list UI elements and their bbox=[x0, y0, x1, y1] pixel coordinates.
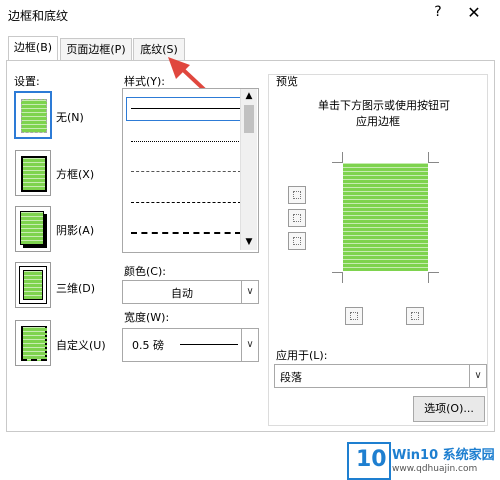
corner-mark-bl bbox=[332, 272, 343, 283]
shadow-border-icon[interactable] bbox=[15, 206, 51, 252]
width-label: 宽度(W): bbox=[124, 311, 170, 324]
color-value: 自动 bbox=[171, 287, 193, 300]
custom-border-preview bbox=[21, 326, 47, 361]
none-border-icon[interactable] bbox=[14, 91, 52, 139]
setting-3d-label[interactable]: 三维(D) bbox=[56, 280, 95, 296]
corner-mark-br bbox=[428, 272, 439, 283]
style-list[interactable] bbox=[122, 88, 259, 253]
corner-mark-tr bbox=[428, 152, 439, 163]
width-line-sample bbox=[180, 344, 238, 345]
style-header: 样式(Y): bbox=[124, 75, 166, 88]
box-border-preview bbox=[21, 156, 47, 192]
preview-header: 预览 bbox=[276, 75, 298, 88]
box-border-icon[interactable] bbox=[15, 150, 51, 196]
custom-border-icon[interactable] bbox=[15, 320, 51, 366]
setting-shadow-label[interactable]: 阴影(A) bbox=[56, 222, 94, 238]
shadow-border-preview bbox=[20, 211, 44, 245]
logo-badge-text: 10 bbox=[356, 447, 387, 472]
logo-brand: Win10 系统家园 bbox=[392, 448, 495, 463]
top-border-button[interactable] bbox=[288, 186, 306, 204]
color-label: 颜色(C): bbox=[124, 265, 166, 278]
scroll-thumb[interactable] bbox=[244, 105, 254, 133]
tab-borders[interactable]: 边框(B) bbox=[8, 36, 58, 61]
inside-border-button[interactable] bbox=[288, 209, 306, 227]
scroll-up-icon[interactable]: ▲ bbox=[241, 89, 257, 103]
apply-to-label: 应用于(L): bbox=[276, 349, 328, 362]
none-border-preview bbox=[21, 99, 47, 133]
setting-custom-label[interactable]: 自定义(U) bbox=[56, 337, 106, 353]
window-title: 边框和底纹 bbox=[8, 9, 69, 23]
apply-to-value: 段落 bbox=[280, 371, 302, 384]
settings-header: 设置: bbox=[14, 75, 40, 88]
setting-box-label[interactable]: 方框(X) bbox=[56, 166, 94, 182]
style-list-scrollbar[interactable]: ▲ ▼ bbox=[240, 89, 257, 250]
3d-border-preview bbox=[23, 270, 43, 300]
width-dropdown[interactable]: 0.5 磅 ∨ bbox=[122, 328, 259, 362]
left-border-button[interactable] bbox=[345, 307, 363, 325]
chevron-down-icon[interactable]: ∨ bbox=[469, 365, 486, 387]
right-border-button[interactable] bbox=[406, 307, 424, 325]
line-style-solid[interactable] bbox=[131, 108, 241, 109]
preview-page[interactable] bbox=[343, 163, 428, 271]
corner-mark-tl bbox=[332, 152, 343, 163]
title-bar: 边框和底纹 ? ✕ bbox=[0, 0, 500, 30]
chevron-down-icon[interactable]: ∨ bbox=[241, 329, 258, 361]
scroll-down-icon[interactable]: ▼ bbox=[241, 235, 257, 249]
setting-none-label[interactable]: 无(N) bbox=[56, 109, 84, 125]
line-style-dash[interactable] bbox=[131, 202, 241, 203]
width-value: 0.5 磅 bbox=[132, 339, 164, 352]
bottom-border-button[interactable] bbox=[288, 232, 306, 250]
close-button[interactable]: ✕ bbox=[462, 3, 486, 25]
line-style-fine-dash[interactable] bbox=[131, 171, 241, 172]
preview-hint-line2: 应用边框 bbox=[356, 115, 400, 128]
apply-to-dropdown[interactable]: 段落 ∨ bbox=[274, 364, 487, 388]
tab-page-border-label: 页面边框(P) bbox=[66, 43, 126, 56]
tab-page-border[interactable]: 页面边框(P) bbox=[60, 38, 132, 60]
3d-border-icon[interactable] bbox=[15, 262, 51, 308]
chevron-down-icon[interactable]: ∨ bbox=[241, 281, 258, 303]
line-style-long-dash[interactable] bbox=[131, 232, 241, 234]
logo-badge: 10 bbox=[347, 442, 391, 480]
logo-url: www.qdhuajin.com bbox=[392, 464, 478, 474]
tab-borders-label: 边框(B) bbox=[13, 41, 53, 54]
options-button[interactable]: 选项(O)... bbox=[413, 396, 485, 422]
borders-shading-dialog: 边框和底纹 ? ✕ 边框(B) 页面边框(P) 底纹(S) 设置: 无(N) 方… bbox=[0, 0, 500, 480]
line-style-dotted[interactable] bbox=[131, 141, 241, 142]
style-list-selection bbox=[126, 97, 242, 121]
help-button[interactable]: ? bbox=[428, 4, 448, 24]
preview-hint-line1: 单击下方图示或使用按钮可 bbox=[318, 99, 450, 112]
watermark-logo: 10 Win10 系统家园 www.qdhuajin.com bbox=[345, 438, 500, 480]
color-dropdown[interactable]: 自动 ∨ bbox=[122, 280, 259, 304]
